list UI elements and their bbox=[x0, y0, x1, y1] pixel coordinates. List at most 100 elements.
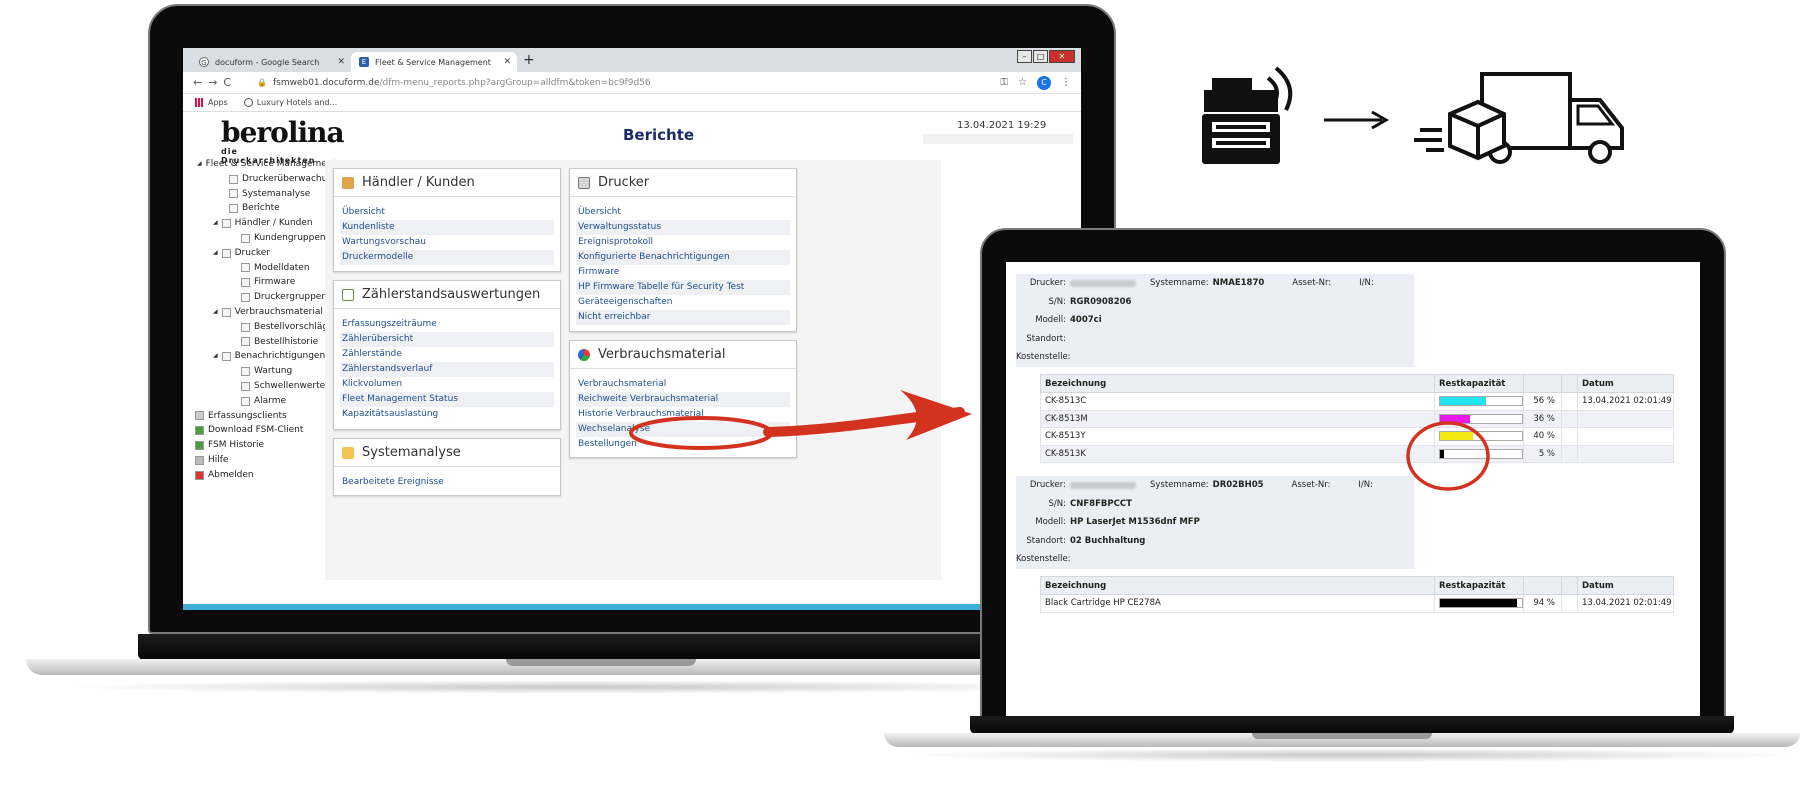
expand-triangle-icon[interactable]: ◢ bbox=[197, 157, 202, 172]
tree-item[interactable]: Abmelden bbox=[195, 468, 339, 483]
profile-avatar[interactable]: C bbox=[1037, 75, 1051, 90]
label-in: I/N: bbox=[1359, 278, 1374, 289]
more-menu-icon[interactable]: ⋮ bbox=[1061, 77, 1071, 88]
report-link[interactable]: Verwaltungsstatus bbox=[576, 220, 790, 235]
report-link[interactable]: Nicht erreichbar bbox=[576, 310, 790, 325]
laptop-right-hinge bbox=[970, 716, 1734, 734]
tab-close-icon[interactable]: ✕ bbox=[337, 57, 345, 67]
expand-triangle-icon[interactable]: ◢ bbox=[213, 349, 218, 364]
report-link[interactable]: Historie Verbrauchsmaterial bbox=[576, 407, 790, 422]
tree-item[interactable]: Bestellhistorie bbox=[195, 335, 339, 350]
report-link[interactable]: Klickvolumen bbox=[340, 377, 554, 392]
url-input[interactable]: fsmweb01.docuform.de/dfm-menu_reports.ph… bbox=[273, 78, 651, 88]
systemname-value: DR02BH05 bbox=[1212, 480, 1264, 491]
supply-name: CK-8513Y bbox=[1040, 427, 1435, 446]
tree-item-label: Wartung bbox=[254, 366, 293, 377]
capacity-bar bbox=[1439, 448, 1523, 459]
label-standort: Standort: bbox=[1026, 333, 1066, 344]
star-icon[interactable]: ☆ bbox=[1018, 77, 1027, 88]
tree-item[interactable]: Systemanalyse bbox=[195, 187, 339, 202]
nav-buttons-icon[interactable]: ←→C bbox=[193, 76, 253, 89]
calendar-icon bbox=[342, 288, 354, 301]
report-link[interactable]: Bearbeitete Ereignisse bbox=[340, 475, 554, 490]
report-link[interactable]: Verbrauchsmaterial bbox=[576, 377, 790, 392]
redacted-ip bbox=[1070, 279, 1136, 287]
info-row-modell: Modell: HP LaserJet M1536dnf MFP bbox=[1016, 513, 1414, 532]
report-link[interactable]: Ereignisprotokoll bbox=[576, 235, 790, 250]
tree-item[interactable]: Erfassungsclients bbox=[195, 409, 339, 424]
modell-value: HP LaserJet M1536dnf MFP bbox=[1070, 517, 1200, 528]
report-link[interactable]: Firmware bbox=[576, 265, 790, 280]
report-link[interactable]: Wechselanalyse bbox=[576, 422, 790, 437]
tab-close-icon[interactable]: ✕ bbox=[503, 57, 511, 67]
tab-fleet-service[interactable]: E Fleet & Service Management ✕ bbox=[351, 52, 517, 72]
report-link[interactable]: Zählerstandsverlauf bbox=[340, 362, 554, 377]
report-link[interactable]: Zählerstände bbox=[340, 347, 554, 362]
tree-item[interactable]: Download FSM-Client bbox=[195, 423, 339, 438]
new-tab-button[interactable]: + bbox=[523, 52, 535, 68]
report-link[interactable]: Wartungsvorschau bbox=[340, 235, 554, 250]
col-restkapazitaet: Restkapazität bbox=[1434, 576, 1524, 595]
tree-item[interactable]: Firmware bbox=[195, 275, 339, 290]
tree-item-label: Berichte bbox=[242, 203, 280, 214]
report-link[interactable]: Druckermodelle bbox=[340, 250, 554, 265]
window-close-icon[interactable]: ✕ bbox=[1049, 50, 1075, 63]
tree-item[interactable]: Kundengruppen bbox=[195, 231, 339, 246]
tree-item[interactable]: Druckerüberwachung bbox=[195, 172, 339, 187]
bookmark-apps[interactable]: Apps bbox=[195, 98, 228, 107]
tree-item-label: Bestellvorschläge bbox=[254, 321, 334, 332]
tab-google-search[interactable]: G docuform - Google Search ✕ bbox=[191, 52, 351, 72]
tree-item[interactable]: Bestellvorschläge bbox=[195, 320, 339, 335]
report-link[interactable]: Zählerübersicht bbox=[340, 332, 554, 347]
report-link[interactable]: Fleet Management Status bbox=[340, 392, 554, 407]
tree-item[interactable]: FSM Historie bbox=[195, 438, 339, 453]
printer-wireless-icon bbox=[1202, 66, 1293, 164]
expand-triangle-icon[interactable]: ◢ bbox=[213, 305, 218, 320]
help-icon bbox=[195, 455, 204, 465]
navigation-tree: ◢ Fleet & Service Management Druckerüberwa… bbox=[195, 157, 339, 483]
tree-item[interactable]: ◢ Verbrauchsmaterial bbox=[195, 305, 339, 320]
tree-item[interactable]: ◢ Händler / Kunden bbox=[195, 216, 339, 231]
minimize-icon[interactable]: – bbox=[1017, 50, 1032, 63]
expand-triangle-icon[interactable]: ◢ bbox=[213, 246, 218, 261]
capacity-percent: 5 % bbox=[1523, 444, 1562, 463]
tree-item[interactable]: Druckergruppen bbox=[195, 290, 339, 305]
expand-triangle-icon[interactable]: ◢ bbox=[213, 216, 218, 231]
tree-item[interactable]: Hilfe bbox=[195, 453, 339, 468]
col-datum: Datum bbox=[1577, 576, 1674, 595]
report-link[interactable]: Reichweite Verbrauchsmaterial bbox=[576, 392, 790, 407]
tree-item[interactable]: ◢ Fleet & Service Management bbox=[195, 157, 339, 172]
tree-item[interactable]: Wartung bbox=[195, 364, 339, 379]
report-link[interactable]: Übersicht bbox=[576, 205, 790, 220]
key-icon[interactable]: ⚿ bbox=[1000, 77, 1008, 88]
tree-item[interactable]: ◢ Drucker bbox=[195, 246, 339, 261]
tree-item[interactable]: Berichte bbox=[195, 201, 339, 216]
tree-item[interactable]: Modelldaten bbox=[195, 261, 339, 276]
capacity-fill bbox=[1440, 414, 1470, 423]
capacity-cell bbox=[1434, 427, 1524, 446]
report-link[interactable]: Übersicht bbox=[340, 205, 554, 220]
download-icon bbox=[195, 426, 204, 436]
bookmark-luxury-hotels[interactable]: Luxury Hotels and... bbox=[243, 98, 337, 107]
report-link[interactable]: Erfassungszeiträume bbox=[340, 317, 554, 332]
label-asset: Asset-Nr: bbox=[1292, 278, 1332, 289]
table-row: CK-8513M 36 % bbox=[1040, 409, 1674, 428]
report-link[interactable]: HP Firmware Tabelle für Security Test bbox=[576, 280, 790, 295]
report-link[interactable]: Konfigurierte Benachrichtigungen bbox=[576, 250, 790, 265]
report-link[interactable]: Kapazitätsauslastung bbox=[340, 407, 554, 422]
info-row-kostenstelle: Kostenstelle: bbox=[1016, 348, 1414, 367]
supply-date bbox=[1577, 444, 1674, 463]
report-link[interactable]: Kundenliste bbox=[340, 220, 554, 235]
maximize-icon[interactable]: □ bbox=[1033, 50, 1048, 63]
tree-item[interactable]: Alarme bbox=[195, 394, 339, 409]
report-link[interactable]: Geräteeigenschaften bbox=[576, 295, 790, 310]
address-bar-actions: ⚿ ☆ C ⋮ bbox=[1000, 75, 1071, 90]
lock-icon[interactable]: 🔒 bbox=[257, 78, 267, 87]
box-title: Händler / Kunden bbox=[362, 175, 475, 190]
spacer-cell bbox=[1561, 594, 1578, 613]
report-link[interactable]: Bestellungen bbox=[576, 437, 790, 452]
tree-item[interactable]: Schwellenwerte bbox=[195, 379, 339, 394]
label-standort: Standort: bbox=[1026, 535, 1066, 546]
capacity-cell bbox=[1434, 409, 1524, 428]
tree-item[interactable]: ◢ Benachrichtigungen bbox=[195, 349, 339, 364]
